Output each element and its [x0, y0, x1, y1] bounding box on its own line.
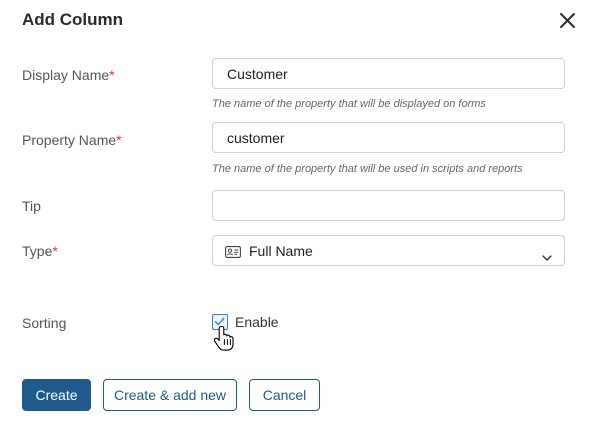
sorting-enable-label[interactable]: Enable — [235, 313, 279, 331]
display-name-label-text: Display Name — [22, 67, 110, 83]
create-and-add-new-button[interactable]: Create & add new — [103, 379, 237, 411]
property-name-input[interactable] — [212, 122, 565, 153]
type-label-text: Type — [22, 243, 53, 259]
chevron-down-icon — [542, 248, 552, 261]
tip-input[interactable] — [212, 190, 565, 221]
id-card-icon — [225, 245, 241, 258]
display-name-input[interactable] — [212, 58, 565, 89]
create-button[interactable]: Create — [22, 379, 91, 411]
hand-cursor-icon — [213, 325, 236, 353]
required-mark: * — [52, 243, 58, 259]
property-name-label: Property Name* — [22, 131, 122, 149]
sorting-label-text: Sorting — [22, 315, 67, 331]
type-select[interactable]: Full Name — [212, 235, 565, 266]
tip-label-text: Tip — [22, 198, 41, 214]
cancel-button[interactable]: Cancel — [249, 379, 320, 411]
display-name-label: Display Name* — [22, 66, 115, 84]
tip-label: Tip — [22, 197, 41, 215]
display-name-hint: The name of the property that will be di… — [212, 98, 486, 110]
property-name-label-text: Property Name — [22, 132, 117, 148]
property-name-hint: The name of the property that will be us… — [212, 163, 523, 175]
dialog-title: Add Column — [22, 10, 124, 29]
required-mark: * — [109, 67, 115, 83]
required-mark: * — [116, 132, 122, 148]
sorting-label: Sorting — [22, 314, 66, 332]
type-selected-value: Full Name — [249, 242, 313, 259]
close-icon[interactable] — [559, 12, 576, 29]
type-label: Type* — [22, 242, 58, 260]
